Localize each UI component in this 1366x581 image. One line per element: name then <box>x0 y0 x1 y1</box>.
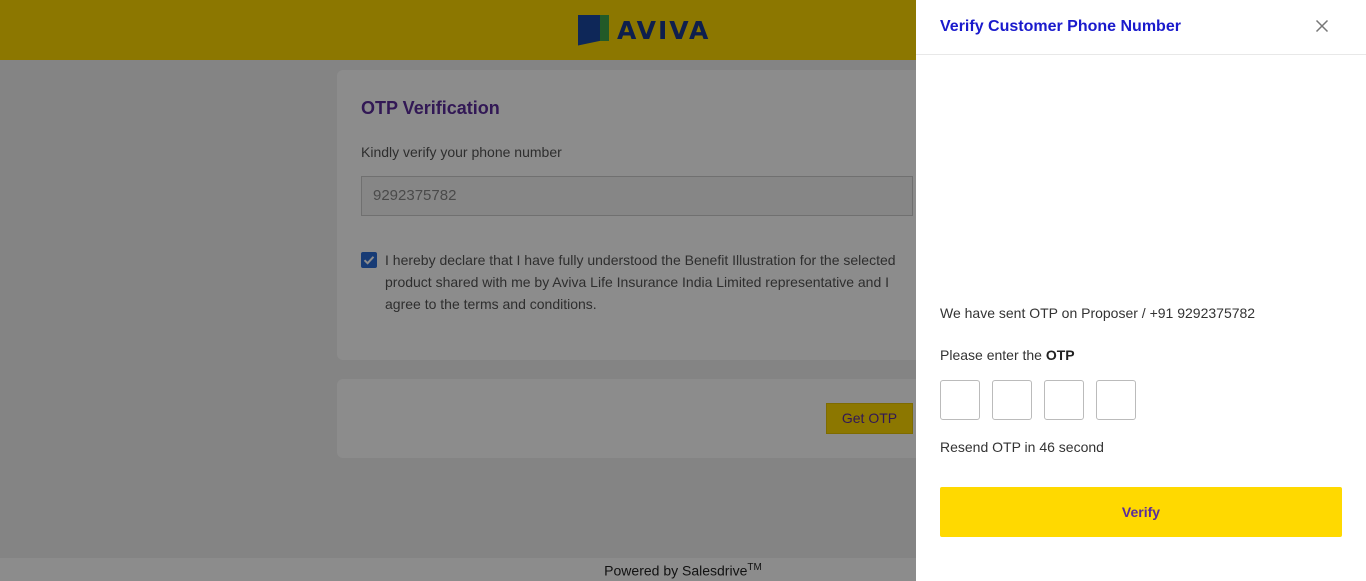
otp-digit-2[interactable] <box>992 380 1032 420</box>
otp-input-group <box>940 380 1136 420</box>
close-button[interactable] <box>1312 16 1332 36</box>
otp-sent-message: We have sent OTP on Proposer / +91 92923… <box>940 305 1256 321</box>
close-icon <box>1315 19 1329 33</box>
verify-phone-drawer: Verify Customer Phone Number We have sen… <box>916 0 1366 581</box>
enter-otp-bold: OTP <box>1045 347 1075 363</box>
drawer-header: Verify Customer Phone Number <box>916 0 1366 55</box>
otp-digit-1[interactable] <box>940 380 980 420</box>
otp-digit-4[interactable] <box>1096 380 1136 420</box>
enter-otp-label: Please enter the OTP <box>940 347 1075 363</box>
enter-otp-prefix: Please enter the <box>940 347 1046 363</box>
verify-button[interactable]: Verify <box>940 487 1342 537</box>
drawer-title: Verify Customer Phone Number <box>940 18 1181 35</box>
resend-otp-timer: Resend OTP in 46 second <box>940 439 1104 455</box>
otp-digit-3[interactable] <box>1044 380 1084 420</box>
